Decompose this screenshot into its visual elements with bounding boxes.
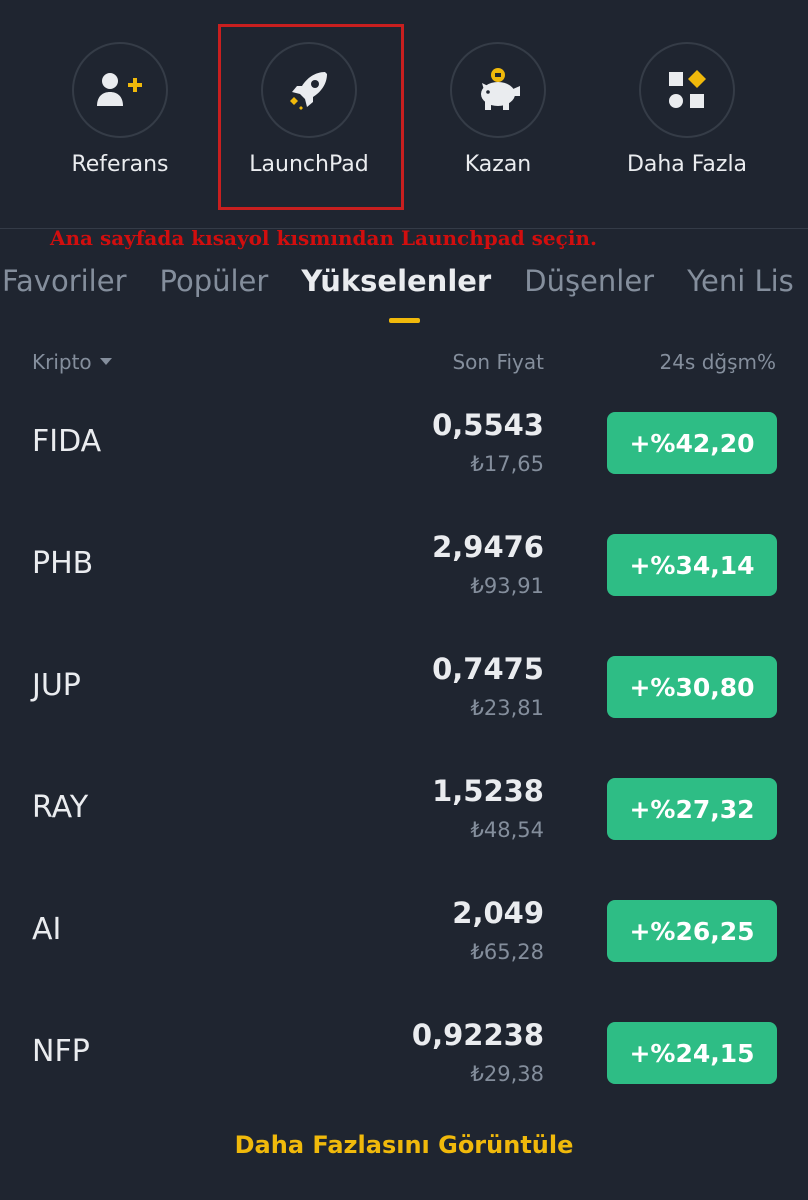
active-tab-indicator <box>389 318 420 323</box>
row-price: 2,049 <box>452 896 544 930</box>
row-fiat-price: ₺48,54 <box>470 818 544 842</box>
row-change-badge[interactable]: +%42,20 <box>607 412 777 474</box>
shortcut-daha-fazla-circle[interactable] <box>639 42 735 138</box>
row-price: 0,5543 <box>432 408 544 442</box>
column-header-crypto[interactable]: Kripto <box>32 350 112 374</box>
table-row[interactable]: JUP 0,7475 ₺23,81 +%30,80 <box>0 652 808 778</box>
column-header-crypto-label: Kripto <box>32 350 92 374</box>
shortcut-referans-label: Referans <box>71 152 169 177</box>
row-change-badge[interactable]: +%24,15 <box>607 1022 777 1084</box>
row-symbol: NFP <box>32 1034 90 1069</box>
row-symbol: FIDA <box>32 424 102 459</box>
row-change-badge[interactable]: +%34,14 <box>607 534 777 596</box>
table-row[interactable]: PHB 2,9476 ₺93,91 +%34,14 <box>0 530 808 656</box>
row-fiat-price: ₺17,65 <box>470 452 544 476</box>
shortcut-daha-fazla[interactable]: Daha Fazla <box>612 42 762 177</box>
shortcut-kazan-circle[interactable] <box>450 42 546 138</box>
tab-populer[interactable]: Popüler <box>160 264 269 298</box>
row-change-badge[interactable]: +%30,80 <box>607 656 777 718</box>
tab-dusenler[interactable]: Düşenler <box>524 264 654 298</box>
row-symbol: PHB <box>32 546 94 581</box>
shortcut-daha-fazla-label: Daha Fazla <box>626 152 748 177</box>
row-change-badge[interactable]: +%27,32 <box>607 778 777 840</box>
table-row[interactable]: RAY 1,5238 ₺48,54 +%27,32 <box>0 774 808 900</box>
row-price: 1,5238 <box>432 774 544 808</box>
market-tabs: Favoriler Popüler Yükselenler Düşenler Y… <box>2 264 808 298</box>
view-more-link[interactable]: Daha Fazlasını Görüntüle <box>0 1131 808 1159</box>
table-row[interactable]: AI 2,049 ₺65,28 +%26,25 <box>0 896 808 1022</box>
sort-caret-icon <box>99 358 112 365</box>
tab-yeni-listelenenler[interactable]: Yeni Lis <box>687 264 794 298</box>
row-symbol: AI <box>32 912 62 947</box>
row-price: 0,7475 <box>432 652 544 686</box>
row-symbol: JUP <box>32 668 81 703</box>
tab-yukselenler[interactable]: Yükselenler <box>301 264 491 298</box>
launchpad-highlight-box <box>218 24 404 210</box>
shortcut-referans[interactable]: Referans <box>45 42 195 177</box>
row-fiat-price: ₺93,91 <box>470 574 544 598</box>
shortcut-kazan-label: Kazan <box>464 152 532 177</box>
more-apps-icon <box>669 70 706 108</box>
column-header-price: Son Fiyat <box>452 350 544 374</box>
row-change-badge[interactable]: +%26,25 <box>607 900 777 962</box>
row-symbol: RAY <box>32 790 89 825</box>
row-fiat-price: ₺29,38 <box>470 1062 544 1086</box>
row-fiat-price: ₺65,28 <box>470 940 544 964</box>
shortcut-kazan[interactable]: Kazan <box>423 42 573 177</box>
row-price: 2,9476 <box>432 530 544 564</box>
tab-favoriler[interactable]: Favoriler <box>2 264 127 298</box>
row-fiat-price: ₺23,81 <box>470 696 544 720</box>
row-price: 0,92238 <box>411 1018 544 1052</box>
table-row[interactable]: FIDA 0,5543 ₺17,65 +%42,20 <box>0 408 808 534</box>
piggy-bank-icon <box>481 68 520 110</box>
shortcut-referans-circle[interactable] <box>72 42 168 138</box>
column-header-change: 24s dğşm% <box>659 350 776 374</box>
add-user-icon <box>97 73 142 106</box>
table-row[interactable]: NFP 0,92238 ₺29,38 +%24,15 <box>0 1018 808 1144</box>
instruction-annotation: Ana sayfada kısayol kısmından Launchpad … <box>50 226 597 250</box>
